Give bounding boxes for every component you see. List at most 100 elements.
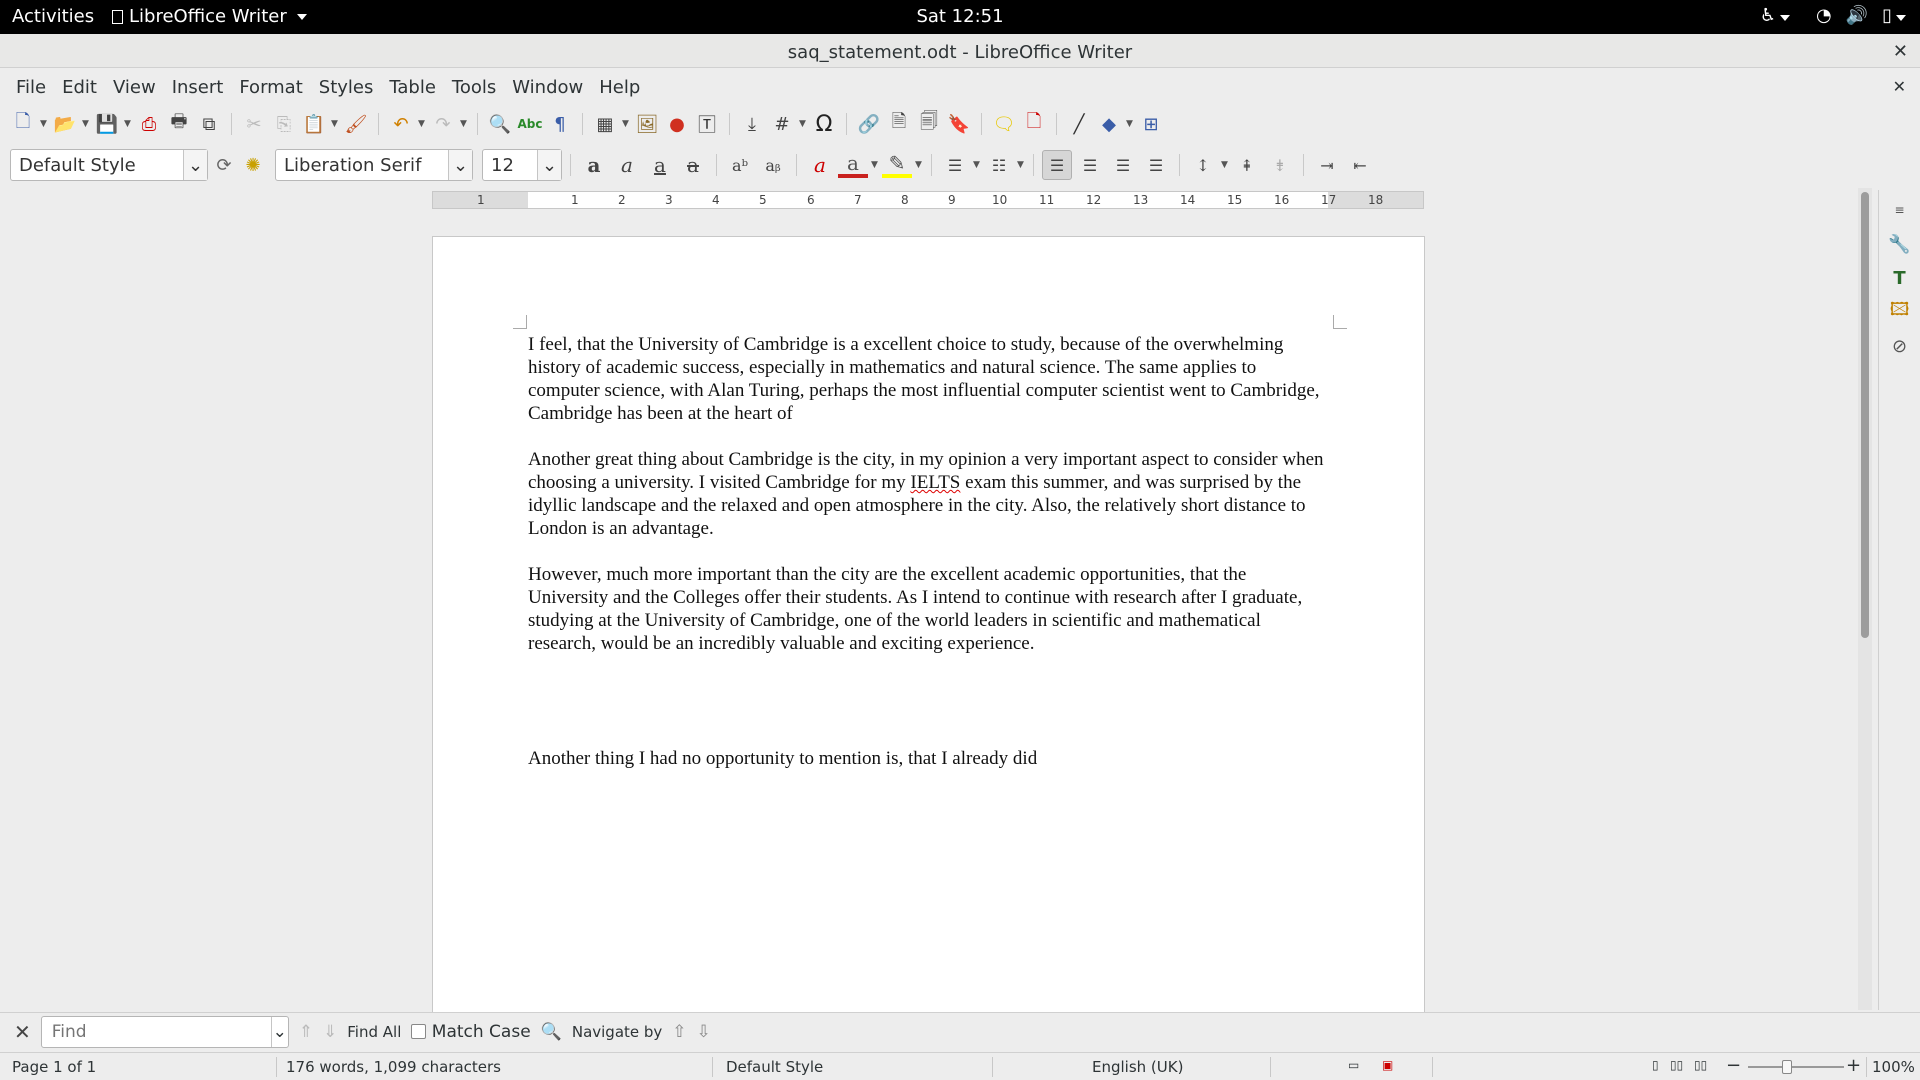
menu-help[interactable]: Help xyxy=(591,73,648,102)
zoom-out-icon[interactable]: − xyxy=(1726,1055,1741,1076)
find-next-icon[interactable]: ⇓ xyxy=(323,1022,337,1042)
print-preview-icon[interactable]: ⧉ xyxy=(196,111,222,137)
chevron-down-icon[interactable]: ▼ xyxy=(82,119,90,129)
line-icon[interactable]: ╱ xyxy=(1066,111,1092,137)
chevron-down-icon[interactable]: ▼ xyxy=(331,119,339,129)
export-pdf-icon[interactable]: ⎙ xyxy=(136,111,162,137)
align-right-icon[interactable]: ☰ xyxy=(1108,150,1138,180)
line-spacing-icon[interactable]: ↕ xyxy=(1188,150,1218,180)
battery-icon[interactable]: ▯ xyxy=(1882,5,1906,26)
app-menu[interactable]: LibreOffice Writer xyxy=(112,6,307,27)
new-document-icon[interactable]: 🗋 xyxy=(10,111,36,137)
menu-edit[interactable]: Edit xyxy=(54,73,105,102)
update-style-icon[interactable]: ⟳ xyxy=(211,152,237,178)
increase-indent-icon[interactable]: ⇥ xyxy=(1312,150,1342,180)
font-name-combo[interactable]: Liberation Serif ⌄ xyxy=(275,149,473,181)
menu-styles[interactable]: Styles xyxy=(311,73,382,102)
insert-mode-icon[interactable]: ▭ xyxy=(1348,1058,1359,1072)
hyperlink-icon[interactable]: 🔗 xyxy=(856,111,882,137)
find-all-button[interactable]: Find All xyxy=(347,1023,401,1041)
insert-table-icon[interactable]: ▦ xyxy=(592,111,618,137)
sidebar-menu-icon[interactable]: ≡ xyxy=(1885,196,1915,224)
special-character-icon[interactable]: Ω xyxy=(811,111,837,137)
paragraph[interactable]: However, much more important than the ci… xyxy=(528,563,1328,655)
document-modified-icon[interactable]: ▣ xyxy=(1382,1058,1393,1072)
decrease-indent-icon[interactable]: ⇤ xyxy=(1345,150,1375,180)
chevron-down-icon[interactable]: ⌄ xyxy=(537,150,561,180)
clear-formatting-icon[interactable]: a xyxy=(805,150,835,180)
navigate-down-icon[interactable]: ⇩ xyxy=(697,1022,711,1042)
chevron-down-icon[interactable]: ▼ xyxy=(622,119,630,129)
page-style[interactable]: Default Style xyxy=(726,1058,823,1076)
multi-page-view-icon[interactable]: ▯▯ xyxy=(1670,1058,1683,1072)
ordered-list-icon[interactable]: ☷ xyxy=(984,150,1014,180)
chevron-down-icon[interactable]: ▼ xyxy=(40,119,48,129)
chevron-down-icon[interactable]: ▼ xyxy=(418,119,426,129)
insert-chart-icon[interactable]: ● xyxy=(664,111,690,137)
subscript-icon[interactable]: aᵦ xyxy=(758,150,788,180)
paste-icon[interactable]: 📋 xyxy=(301,111,327,137)
find-input[interactable] xyxy=(41,1021,271,1042)
chevron-down-icon[interactable]: ▼ xyxy=(973,160,981,170)
chevron-down-icon[interactable]: ⌄ xyxy=(183,150,207,180)
zoom-slider-handle[interactable] xyxy=(1782,1060,1792,1074)
navigate-up-icon[interactable]: ⇧ xyxy=(672,1022,686,1042)
underline-icon[interactable]: a xyxy=(645,150,675,180)
find-previous-icon[interactable]: ⇑ xyxy=(299,1022,313,1042)
document-body[interactable]: I feel, that the University of Cambridge… xyxy=(528,333,1328,793)
zoom-slider[interactable] xyxy=(1748,1066,1844,1068)
menu-view[interactable]: View xyxy=(105,73,164,102)
chevron-down-icon[interactable]: ▼ xyxy=(915,160,923,170)
unordered-list-icon[interactable]: ☰ xyxy=(940,150,970,180)
insert-textbox-icon[interactable]: 🅃 xyxy=(694,111,720,137)
decrease-paragraph-spacing-icon[interactable]: ⇟ xyxy=(1265,150,1295,180)
superscript-icon[interactable]: aᵇ xyxy=(725,150,755,180)
print-icon[interactable]: 🖶 xyxy=(166,111,192,137)
chevron-down-icon[interactable]: ⌄ xyxy=(448,150,472,180)
activities-button[interactable]: Activities xyxy=(12,6,94,27)
vertical-scrollbar[interactable] xyxy=(1858,188,1872,1010)
close-find-icon[interactable]: ✕ xyxy=(14,1020,31,1044)
cut-icon[interactable]: ✂ xyxy=(241,111,267,137)
chevron-down-icon[interactable]: ▼ xyxy=(799,119,807,129)
insert-field-icon[interactable]: # xyxy=(769,111,795,137)
styles-icon[interactable]: T xyxy=(1885,264,1915,292)
insert-image-icon[interactable]: 🖼 xyxy=(634,111,660,137)
bold-icon[interactable]: a xyxy=(579,150,609,180)
paragraph-style-combo[interactable]: Default Style ⌄ xyxy=(10,149,208,181)
open-icon[interactable]: 📂 xyxy=(52,111,78,137)
spelling-icon[interactable]: Abc xyxy=(517,111,543,137)
menu-insert[interactable]: Insert xyxy=(164,73,232,102)
find-combo[interactable]: ⌄ xyxy=(40,1015,289,1048)
accessibility-icon[interactable]: ♿ xyxy=(1760,5,1790,26)
volume-icon[interactable]: 🔊 xyxy=(1846,5,1868,26)
page-count[interactable]: Page 1 of 1 xyxy=(12,1058,96,1076)
system-tray[interactable]: ♿ ◔ 🔊 ▯ xyxy=(1760,5,1906,26)
single-page-view-icon[interactable]: ▯ xyxy=(1652,1058,1659,1072)
menu-format[interactable]: Format xyxy=(231,73,310,102)
find-replace-icon[interactable]: 🔍 xyxy=(487,111,513,137)
navigator-icon[interactable]: ⊘ xyxy=(1885,332,1915,360)
italic-icon[interactable]: a xyxy=(612,150,642,180)
scrollbar-thumb[interactable] xyxy=(1861,192,1869,638)
new-style-icon[interactable]: ✺ xyxy=(240,152,266,178)
menu-tools[interactable]: Tools xyxy=(444,73,504,102)
wifi-icon[interactable]: ◔ xyxy=(1816,5,1832,26)
properties-icon[interactable]: 🔧 xyxy=(1885,230,1915,258)
undo-icon[interactable]: ↶ xyxy=(388,111,414,137)
clock[interactable]: Sat 12:51 xyxy=(916,6,1003,27)
redo-icon[interactable]: ↷ xyxy=(430,111,456,137)
font-color-icon[interactable]: a xyxy=(838,151,868,178)
font-size-combo[interactable]: 12 ⌄ xyxy=(482,149,562,181)
comment-icon[interactable]: 🗨 xyxy=(991,111,1017,137)
footnote-icon[interactable]: 🗎 xyxy=(886,111,912,137)
checkbox-icon[interactable] xyxy=(411,1024,427,1039)
chevron-down-icon[interactable]: ▼ xyxy=(1017,160,1025,170)
copy-icon[interactable]: ⎘ xyxy=(271,111,297,137)
draw-functions-icon[interactable]: ⊞ xyxy=(1138,111,1164,137)
chevron-down-icon[interactable]: ▼ xyxy=(460,119,468,129)
chevron-down-icon[interactable]: ▼ xyxy=(871,160,879,170)
endnote-icon[interactable]: 🗐 xyxy=(916,111,942,137)
menu-table[interactable]: Table xyxy=(381,73,444,102)
increase-paragraph-spacing-icon[interactable]: ⇞ xyxy=(1232,150,1262,180)
